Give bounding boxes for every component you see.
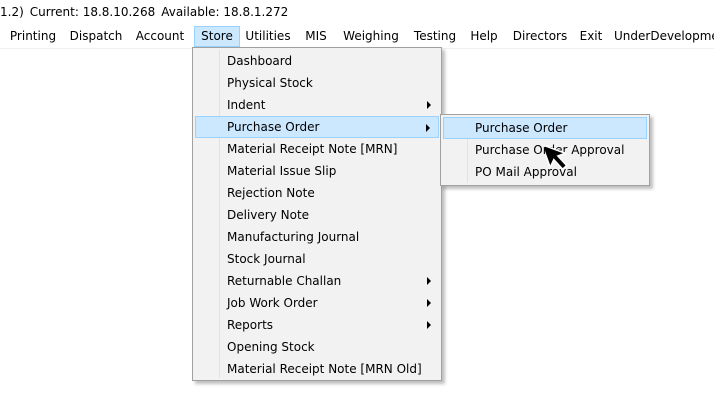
store-item-material-issue-slip[interactable]: Material Issue Slip (195, 160, 439, 182)
available-version: Available: 18.8.1.272 (161, 5, 289, 19)
store-item-dashboard[interactable]: Dashboard (195, 50, 439, 72)
chevron-right-icon (427, 321, 431, 329)
store-dropdown-menu: Dashboard Physical Stock Indent Purchase… (192, 47, 442, 381)
store-item-rejection-note[interactable]: Rejection Note (195, 182, 439, 204)
menu-exit[interactable]: Exit (576, 26, 606, 47)
store-item-opening-stock[interactable]: Opening Stock (195, 336, 439, 358)
menu-printing[interactable]: Printing (4, 26, 62, 47)
menu-mis[interactable]: MIS (300, 26, 332, 47)
current-version: Current: 18.8.10.268 (29, 5, 156, 19)
store-item-mrn[interactable]: Material Receipt Note [MRN] (195, 138, 439, 160)
store-item-stock-journal[interactable]: Stock Journal (195, 248, 439, 270)
store-item-physical-stock[interactable]: Physical Stock (195, 72, 439, 94)
chevron-right-icon (426, 124, 430, 132)
store-item-mrn-old[interactable]: Material Receipt Note [MRN Old] (195, 358, 439, 380)
menu-help[interactable]: Help (466, 26, 502, 47)
chevron-right-icon (427, 277, 431, 285)
store-item-delivery-note[interactable]: Delivery Note (195, 204, 439, 226)
menu-directors[interactable]: Directors (510, 26, 570, 47)
menu-store[interactable]: Store (194, 26, 240, 47)
menu-dispatch[interactable]: Dispatch (66, 26, 126, 47)
menu-weighing[interactable]: Weighing (340, 26, 402, 47)
version-fragment: 1.2) (0, 5, 24, 19)
title-bar: 1.2) Current: 18.8.10.268 Available: 18.8.… (0, 0, 714, 24)
menu-underdevelopment[interactable]: UnderDevelopment (614, 26, 714, 47)
mouse-pointer-icon (545, 143, 568, 171)
submenu-item-purchase-order[interactable]: Purchase Order (443, 117, 647, 139)
store-item-manufacturing-journal[interactable]: Manufacturing Journal (195, 226, 439, 248)
menu-utilities[interactable]: Utilities (243, 26, 293, 47)
store-item-purchase-order[interactable]: Purchase Order (195, 116, 439, 138)
store-item-reports[interactable]: Reports (195, 314, 439, 336)
store-item-indent[interactable]: Indent (195, 94, 439, 116)
menu-testing[interactable]: Testing (410, 26, 460, 47)
chevron-right-icon (427, 101, 431, 109)
chevron-right-icon (427, 299, 431, 307)
store-item-returnable-challan[interactable]: Returnable Challan (195, 270, 439, 292)
menu-account[interactable]: Account (130, 26, 190, 47)
store-item-job-work-order[interactable]: Job Work Order (195, 292, 439, 314)
menu-bar: Printing Dispatch Account Store Utilitie… (0, 24, 714, 49)
